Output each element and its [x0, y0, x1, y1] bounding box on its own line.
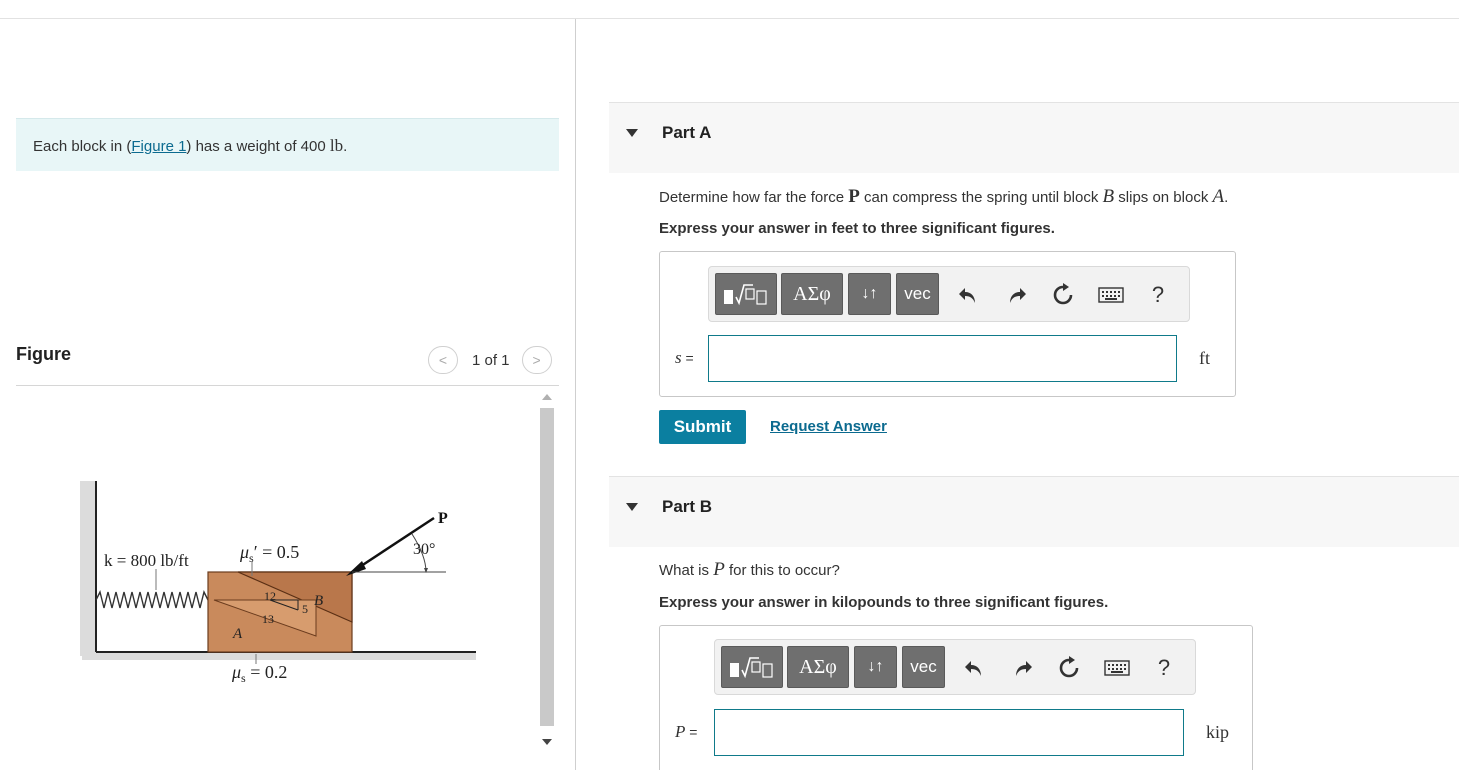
reset-icon[interactable]	[1055, 654, 1083, 682]
undo-icon[interactable]	[954, 281, 982, 309]
collapse-triangle-icon[interactable]	[626, 129, 638, 137]
redo-icon[interactable]	[1003, 281, 1031, 309]
slope-label-12: 12	[264, 589, 276, 603]
undo-icon[interactable]	[960, 654, 988, 682]
templates-button[interactable]	[715, 273, 777, 315]
part-b-question: What is P for this to occur?	[659, 559, 840, 581]
qa-var-a: A	[1212, 186, 1225, 207]
figure-title: Figure	[16, 344, 72, 364]
help-icon[interactable]: ?	[1150, 654, 1178, 682]
part-b-unit: kip	[1206, 722, 1230, 742]
mu-bottom-symbol: μ	[231, 662, 241, 682]
spring	[95, 589, 209, 609]
help-icon[interactable]: ?	[1144, 281, 1172, 309]
mu-bottom-label: μs = 0.2	[231, 662, 287, 685]
subscript-superscript-button[interactable]: ↓↑	[854, 646, 897, 688]
part-a-label: Part A	[662, 123, 712, 142]
part-b-toolbar: ΑΣφ ↓↑ vec ?	[714, 639, 1196, 695]
part-b-instruction: Express your answer in kilopounds to thr…	[659, 594, 1109, 611]
part-a-variable: s =	[675, 348, 694, 368]
top-rule	[0, 18, 1459, 19]
figure-scrollbar[interactable]	[538, 386, 557, 749]
reset-icon[interactable]	[1049, 281, 1077, 309]
qa-text-1: Determine how far the force	[659, 189, 849, 206]
templates-button[interactable]	[721, 646, 783, 688]
vector-button[interactable]: vec	[902, 646, 945, 688]
intro-text-middle: ) has a weight of 400	[186, 138, 330, 155]
part-a-answer-input[interactable]	[708, 335, 1177, 382]
qb-text-1: What is	[659, 562, 714, 579]
part-a-toolbar: ΑΣφ ↓↑ vec ?	[708, 266, 1190, 322]
part-b-variable: P =	[675, 722, 697, 742]
next-figure-button[interactable]: >	[521, 346, 552, 374]
qa-text-2: can compress the spring until block	[859, 189, 1103, 206]
part-b-answer-box: ΑΣφ ↓↑ vec ? P = kip	[659, 625, 1253, 770]
mechanics-diagram: 12 5 13 A B P 30° k = 800 lb/ft μs′ = 0.…	[80, 481, 476, 685]
angle-label: 30°	[413, 541, 435, 558]
force-arrow-head	[346, 561, 366, 576]
part-a-answer-box: ΑΣφ ↓↑ vec ? s = ft	[659, 251, 1236, 397]
mu-top-value: ′ = 0.5	[254, 542, 300, 562]
figure-pager: < 1 of 1 >	[428, 346, 552, 374]
intro-unit: lb	[329, 136, 344, 155]
vector-button[interactable]: vec	[896, 273, 939, 315]
qb-var-p: P	[713, 559, 725, 580]
figure-area: 12 5 13 A B P 30° k = 800 lb/ft μs′ = 0.…	[16, 386, 536, 751]
part-a-question: Determine how far the force P can compre…	[659, 186, 1228, 208]
qa-var-p: P	[848, 186, 860, 207]
problem-intro: Each block in (Figure 1) has a weight of…	[16, 118, 559, 171]
spring-constant-label: k = 800 lb/ft	[104, 551, 189, 570]
scroll-thumb[interactable]	[540, 408, 554, 726]
subscript-superscript-button[interactable]: ↓↑	[848, 273, 891, 315]
figure-link[interactable]: Figure 1	[131, 138, 186, 155]
qa-text-3: slips on block	[1114, 189, 1213, 206]
request-answer-link[interactable]: Request Answer	[770, 418, 887, 435]
qa-var-b: B	[1102, 186, 1115, 207]
part-a-var-symbol: s	[675, 348, 682, 367]
intro-suffix: .	[343, 138, 348, 155]
qa-text-4: .	[1224, 189, 1229, 206]
scroll-up-icon[interactable]	[542, 394, 552, 400]
block-b-label: B	[314, 593, 323, 609]
qb-text-2: for this to occur?	[724, 562, 840, 579]
part-b-label: Part B	[662, 497, 713, 516]
part-a-header[interactable]: Part A	[609, 102, 1459, 173]
part-b-answer-input[interactable]	[714, 709, 1184, 756]
part-a-instruction: Express your answer in feet to three sig…	[659, 220, 1055, 237]
wall-shade	[80, 481, 96, 656]
prev-figure-button[interactable]: <	[428, 346, 458, 374]
slope-label-5: 5	[302, 602, 308, 616]
part-b-var-symbol: P	[675, 722, 686, 741]
force-label: P	[438, 510, 448, 527]
chevron-right-icon: >	[532, 352, 541, 368]
scroll-down-icon[interactable]	[542, 739, 552, 745]
part-a-equals: =	[681, 350, 694, 366]
greek-symbols-button[interactable]: ΑΣφ	[781, 273, 843, 315]
floor-shade	[82, 652, 476, 660]
pane-divider	[575, 19, 576, 770]
collapse-triangle-icon[interactable]	[626, 503, 638, 511]
keyboard-icon[interactable]	[1096, 281, 1126, 309]
part-b-header[interactable]: Part B	[609, 476, 1459, 547]
mu-top-label: μs′ = 0.5	[239, 542, 299, 565]
part-b-equals: =	[685, 724, 698, 740]
mu-bottom-value: = 0.2	[246, 662, 288, 682]
mu-top-symbol: μ	[239, 542, 249, 562]
slope-label-13: 13	[262, 612, 274, 626]
template-icon	[730, 657, 773, 679]
chevron-left-icon: <	[438, 352, 448, 368]
redo-icon[interactable]	[1009, 654, 1037, 682]
part-a-unit: ft	[1199, 348, 1210, 368]
intro-text-prefix: Each block in (	[33, 138, 132, 155]
pager-text: 1 of 1	[472, 351, 510, 369]
greek-symbols-button[interactable]: ΑΣφ	[787, 646, 849, 688]
submit-button[interactable]: Submit	[659, 410, 746, 444]
block-a-label: A	[232, 626, 243, 642]
keyboard-icon[interactable]	[1102, 654, 1132, 682]
template-icon	[724, 284, 767, 306]
